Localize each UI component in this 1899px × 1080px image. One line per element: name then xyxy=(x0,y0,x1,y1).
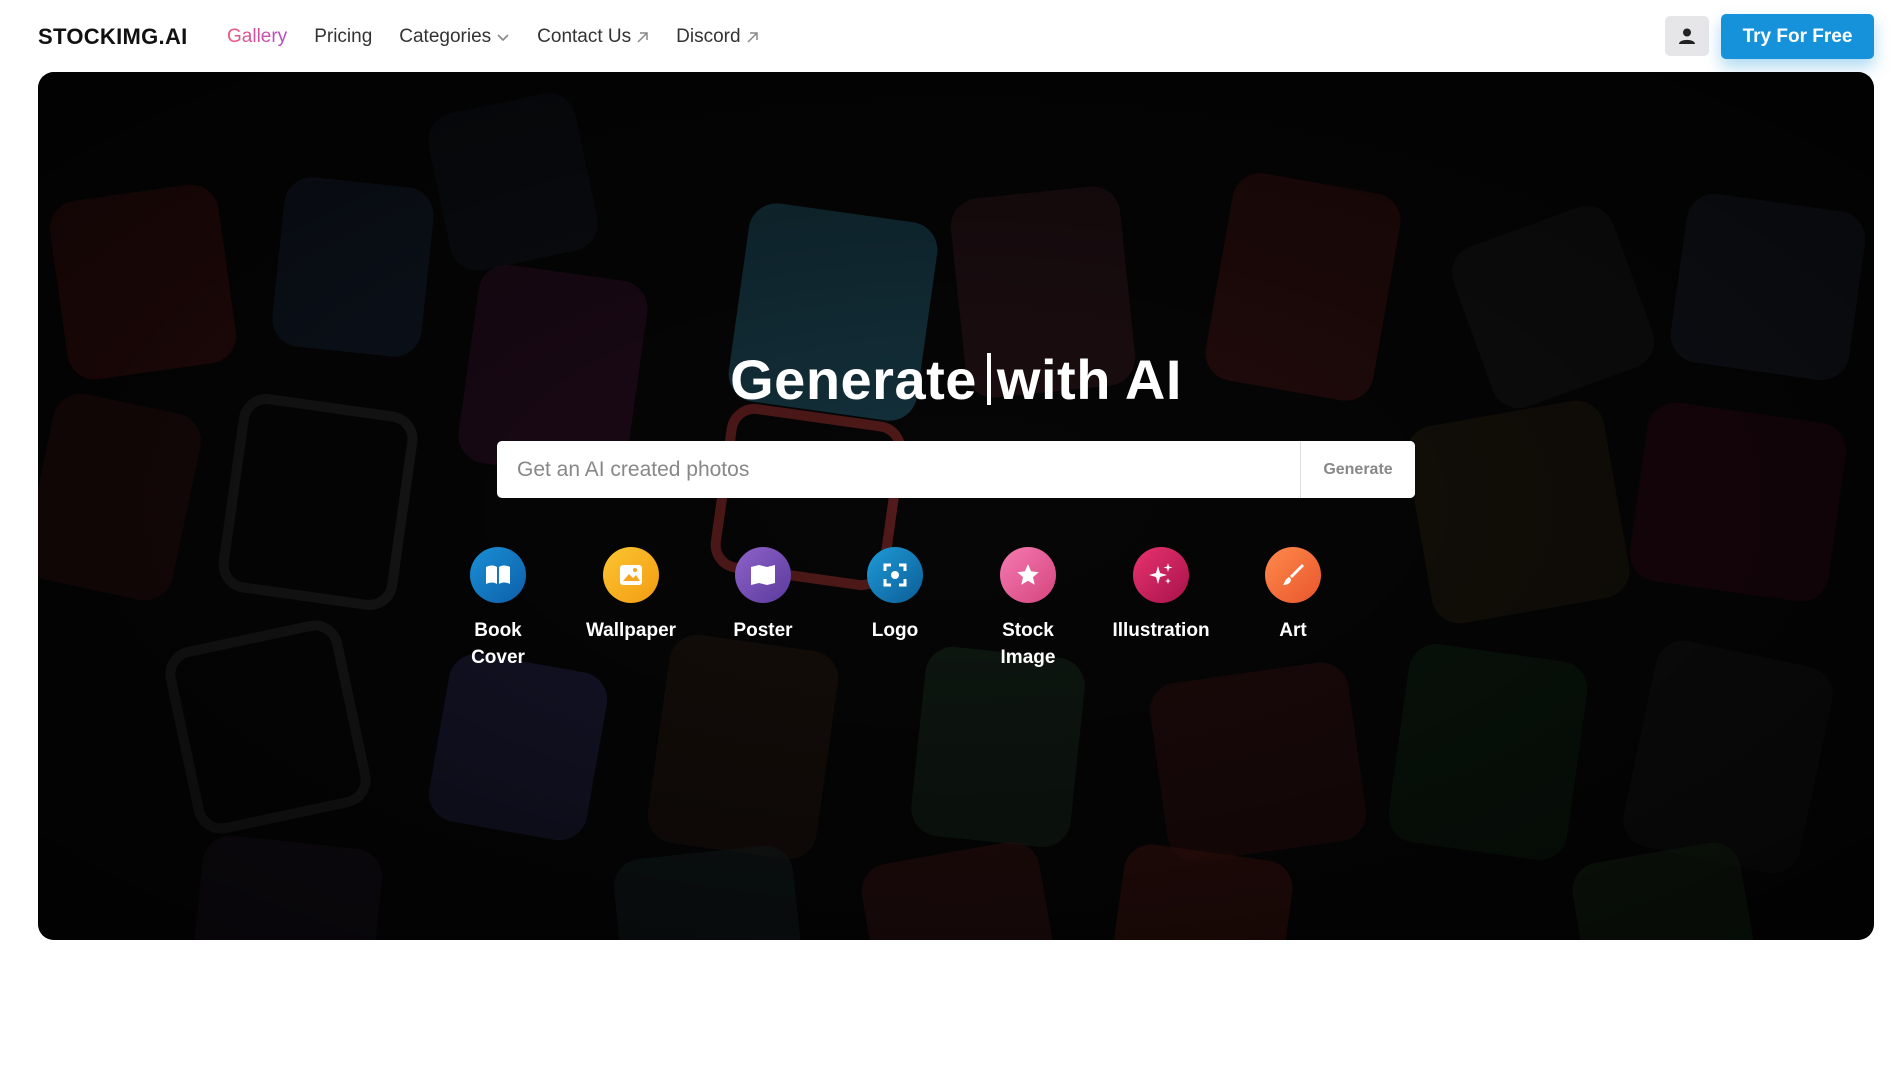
nav-pricing[interactable]: Pricing xyxy=(314,26,372,48)
hero-section: Generate with AI Generate Book Cover Wall… xyxy=(38,72,1874,940)
category-stock-image[interactable]: Stock Image xyxy=(968,547,1088,671)
map-icon xyxy=(735,547,791,603)
category-label: Poster xyxy=(733,620,793,641)
category-wallpaper[interactable]: Wallpaper xyxy=(571,547,691,644)
category-illustration[interactable]: Illustration xyxy=(1101,547,1221,644)
headline-suffix: with AI xyxy=(996,348,1182,411)
category-logo[interactable]: Logo xyxy=(835,547,955,644)
book-open-icon xyxy=(470,547,526,603)
category-label: Stock Image xyxy=(1000,620,1056,668)
prompt-input[interactable] xyxy=(497,441,1300,498)
nav-discord[interactable]: Discord xyxy=(676,26,758,48)
category-poster[interactable]: Poster xyxy=(703,547,823,644)
typing-caret xyxy=(986,353,991,405)
nav-discord-label: Discord xyxy=(676,26,741,47)
category-label: Art xyxy=(1279,620,1307,641)
hero-headline: Generate with AI xyxy=(38,347,1874,412)
category-label: Illustration xyxy=(1112,620,1210,641)
nav-contact[interactable]: Contact Us xyxy=(537,26,649,48)
brush-icon xyxy=(1265,547,1321,603)
try-for-free-button[interactable]: Try For Free xyxy=(1721,14,1874,59)
main-nav: Gallery Pricing Categories Contact Us Di… xyxy=(227,26,786,48)
nav-categories[interactable]: Categories xyxy=(399,26,510,48)
nav-gallery-label: Gallery xyxy=(227,26,288,47)
star-icon xyxy=(1000,547,1056,603)
headline-prefix: Generate xyxy=(730,348,977,411)
external-link-icon xyxy=(637,31,648,43)
background-collage xyxy=(38,72,1874,940)
top-navbar: STOCKIMG.AI Gallery Pricing Categories C… xyxy=(0,0,1899,72)
user-icon xyxy=(1679,28,1695,44)
category-book-cover[interactable]: Book Cover xyxy=(438,547,558,671)
generate-button[interactable]: Generate xyxy=(1300,441,1415,498)
category-shortcuts: Book Cover Wallpaper Poster Logo Stock I… xyxy=(38,547,1874,687)
prompt-search-bar: Generate xyxy=(497,441,1415,498)
nav-categories-label: Categories xyxy=(399,26,492,47)
sparkles-icon xyxy=(1133,547,1189,603)
account-button[interactable] xyxy=(1665,16,1709,56)
nav-contact-label: Contact Us xyxy=(537,26,632,47)
external-link-icon xyxy=(747,31,758,43)
focus-icon xyxy=(867,547,923,603)
site-logo[interactable]: STOCKIMG.AI xyxy=(38,24,188,50)
category-label: Wallpaper xyxy=(585,620,677,641)
image-icon xyxy=(603,547,659,603)
nav-gallery[interactable]: Gallery xyxy=(227,26,287,48)
category-label: Logo xyxy=(871,620,919,641)
nav-pricing-label: Pricing xyxy=(314,26,373,47)
category-label: Book Cover xyxy=(471,620,525,668)
category-art[interactable]: Art xyxy=(1233,547,1353,644)
chevron-down-icon xyxy=(497,34,509,42)
